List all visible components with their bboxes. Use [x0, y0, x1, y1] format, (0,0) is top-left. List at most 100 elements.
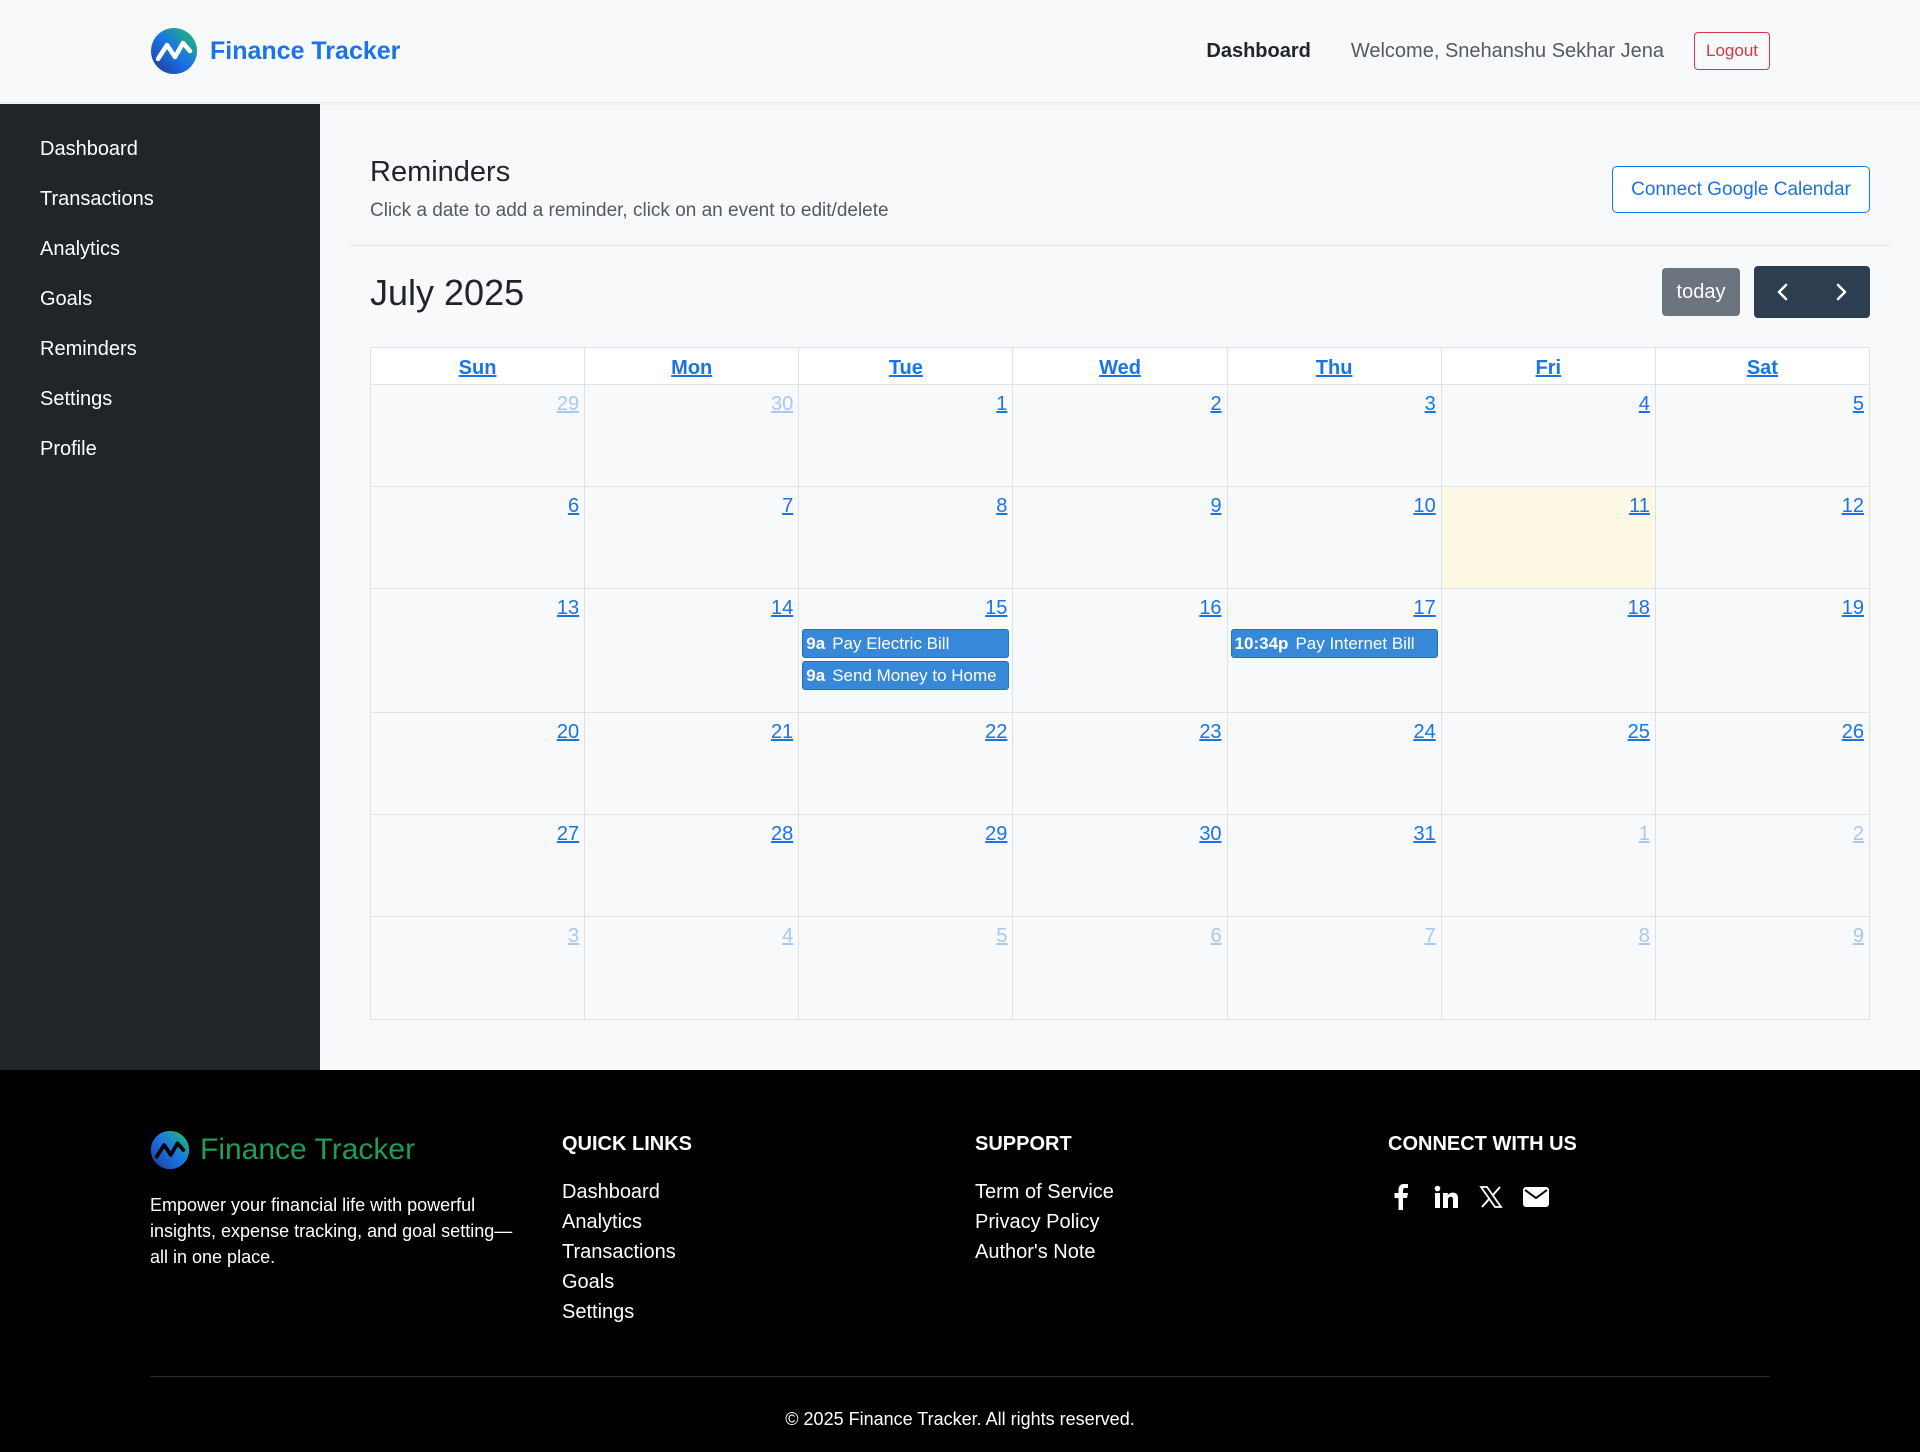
- day-number-link[interactable]: 20: [557, 721, 579, 744]
- day-number-link[interactable]: 10: [1413, 495, 1435, 518]
- prev-month-button[interactable]: [1754, 266, 1812, 318]
- day-number-link[interactable]: 26: [1842, 721, 1864, 744]
- calendar-event[interactable]: 9a Pay Electric Bill: [802, 629, 1010, 658]
- day-number-link[interactable]: 2: [1853, 823, 1864, 846]
- facebook-link[interactable]: [1386, 1182, 1416, 1212]
- sidebar-item-dashboard[interactable]: Dashboard: [40, 138, 138, 161]
- day-of-week-mon[interactable]: Mon: [585, 348, 800, 384]
- day-number-link[interactable]: 31: [1413, 823, 1435, 846]
- linkedin-link[interactable]: [1431, 1182, 1461, 1212]
- day-number-link[interactable]: 30: [771, 393, 793, 416]
- next-month-button[interactable]: [1812, 266, 1870, 318]
- email-link[interactable]: [1521, 1182, 1551, 1212]
- calendar-day-cell[interactable]: 23: [1013, 713, 1228, 814]
- day-number-link[interactable]: 22: [985, 721, 1007, 744]
- day-number-link[interactable]: 30: [1199, 823, 1221, 846]
- calendar-day-cell[interactable]: 30: [585, 385, 800, 486]
- day-number-link[interactable]: 11: [1629, 495, 1650, 518]
- day-number-link[interactable]: 8: [1639, 925, 1650, 948]
- x-twitter-link[interactable]: [1476, 1182, 1506, 1212]
- calendar-day-cell[interactable]: 24: [1228, 713, 1442, 814]
- day-number-link[interactable]: 9: [1210, 495, 1221, 518]
- day-number-link[interactable]: 29: [985, 823, 1007, 846]
- day-number-link[interactable]: 25: [1628, 721, 1650, 744]
- day-number-link[interactable]: 28: [771, 823, 793, 846]
- day-number-link[interactable]: 19: [1842, 597, 1864, 620]
- calendar-day-cell[interactable]: 5: [799, 917, 1014, 1019]
- sidebar-item-transactions[interactable]: Transactions: [40, 188, 154, 211]
- calendar-day-cell[interactable]: 2: [1656, 815, 1869, 916]
- calendar-day-cell[interactable]: 7: [1228, 917, 1442, 1019]
- calendar-day-cell[interactable]: 7: [585, 487, 800, 588]
- footer-link-analytics[interactable]: Analytics: [562, 1211, 642, 1234]
- footer-link-goals[interactable]: Goals: [562, 1271, 614, 1294]
- day-of-week-fri[interactable]: Fri: [1442, 348, 1656, 384]
- day-number-link[interactable]: 5: [996, 925, 1007, 948]
- day-number-link[interactable]: 24: [1413, 721, 1435, 744]
- sidebar-item-reminders[interactable]: Reminders: [40, 338, 137, 361]
- footer-link-authors-note[interactable]: Author's Note: [975, 1241, 1096, 1264]
- calendar-event[interactable]: 10:34p Pay Internet Bill: [1230, 629, 1438, 658]
- calendar-day-cell[interactable]: 4: [1442, 385, 1656, 486]
- day-number-link[interactable]: 13: [557, 597, 579, 620]
- day-number-link[interactable]: 3: [568, 925, 579, 948]
- footer-link-dashboard[interactable]: Dashboard: [562, 1181, 660, 1204]
- calendar-day-cell[interactable]: 17 10:34p Pay Internet Bill: [1228, 589, 1442, 712]
- calendar-day-cell[interactable]: 5: [1656, 385, 1869, 486]
- day-number-link[interactable]: 29: [557, 393, 579, 416]
- calendar-day-cell[interactable]: 9: [1013, 487, 1228, 588]
- day-number-link[interactable]: 27: [557, 823, 579, 846]
- calendar-day-cell[interactable]: 2: [1013, 385, 1228, 486]
- calendar-day-cell[interactable]: 8: [799, 487, 1014, 588]
- calendar-day-cell[interactable]: 29: [799, 815, 1014, 916]
- sidebar-item-profile[interactable]: Profile: [40, 438, 97, 461]
- day-number-link[interactable]: 5: [1853, 393, 1864, 416]
- calendar-day-cell[interactable]: 28: [585, 815, 800, 916]
- brand-link[interactable]: Finance Tracker: [150, 27, 400, 75]
- day-number-link[interactable]: 4: [782, 925, 793, 948]
- connect-google-calendar-button[interactable]: Connect Google Calendar: [1612, 166, 1870, 213]
- day-of-week-sun[interactable]: Sun: [371, 348, 586, 384]
- calendar-day-cell[interactable]: 18: [1442, 589, 1656, 712]
- calendar-day-cell[interactable]: 22: [799, 713, 1014, 814]
- sidebar-item-goals[interactable]: Goals: [40, 288, 92, 311]
- day-number-link[interactable]: 8: [996, 495, 1007, 518]
- calendar-day-cell[interactable]: 20: [371, 713, 586, 814]
- calendar-day-cell[interactable]: 27: [371, 815, 586, 916]
- today-button[interactable]: today: [1662, 268, 1740, 316]
- calendar-day-cell[interactable]: 1: [799, 385, 1014, 486]
- day-number-link[interactable]: 23: [1199, 721, 1221, 744]
- calendar-day-cell[interactable]: 13: [371, 589, 586, 712]
- day-number-link[interactable]: 4: [1639, 393, 1650, 416]
- day-number-link[interactable]: 3: [1425, 393, 1436, 416]
- day-number-link[interactable]: 14: [771, 597, 793, 620]
- calendar-day-cell[interactable]: 15 9a Pay Electric Bill 9a Send Money to Hom…: [799, 589, 1014, 712]
- calendar-day-cell[interactable]: 10: [1228, 487, 1442, 588]
- day-number-link[interactable]: 7: [1425, 925, 1436, 948]
- day-of-week-tue[interactable]: Tue: [799, 348, 1014, 384]
- calendar-day-cell[interactable]: 26: [1656, 713, 1869, 814]
- day-number-link[interactable]: 6: [1210, 925, 1221, 948]
- calendar-event[interactable]: 9a Send Money to Home: [802, 661, 1010, 690]
- day-number-link[interactable]: 12: [1842, 495, 1864, 518]
- calendar-day-cell[interactable]: 12: [1656, 487, 1869, 588]
- day-number-link[interactable]: 16: [1199, 597, 1221, 620]
- calendar-day-cell[interactable]: 6: [371, 487, 586, 588]
- calendar-day-cell[interactable]: 6: [1013, 917, 1228, 1019]
- calendar-day-cell[interactable]: 30: [1013, 815, 1228, 916]
- calendar-day-cell[interactable]: 9: [1656, 917, 1869, 1019]
- calendar-day-cell[interactable]: 8: [1442, 917, 1656, 1019]
- day-of-week-thu[interactable]: Thu: [1228, 348, 1442, 384]
- calendar-day-cell[interactable]: 3: [1228, 385, 1442, 486]
- sidebar-item-analytics[interactable]: Analytics: [40, 238, 120, 261]
- day-number-link[interactable]: 2: [1210, 393, 1221, 416]
- day-number-link[interactable]: 7: [782, 495, 793, 518]
- calendar-day-cell[interactable]: 21: [585, 713, 800, 814]
- day-number-link[interactable]: 6: [568, 495, 579, 518]
- footer-link-privacy[interactable]: Privacy Policy: [975, 1211, 1099, 1234]
- calendar-day-cell-today[interactable]: 11: [1441, 487, 1656, 588]
- header-dashboard-link[interactable]: Dashboard: [1206, 40, 1310, 63]
- day-number-link[interactable]: 1: [996, 393, 1007, 416]
- calendar-day-cell[interactable]: 16: [1013, 589, 1228, 712]
- day-number-link[interactable]: 9: [1853, 925, 1864, 948]
